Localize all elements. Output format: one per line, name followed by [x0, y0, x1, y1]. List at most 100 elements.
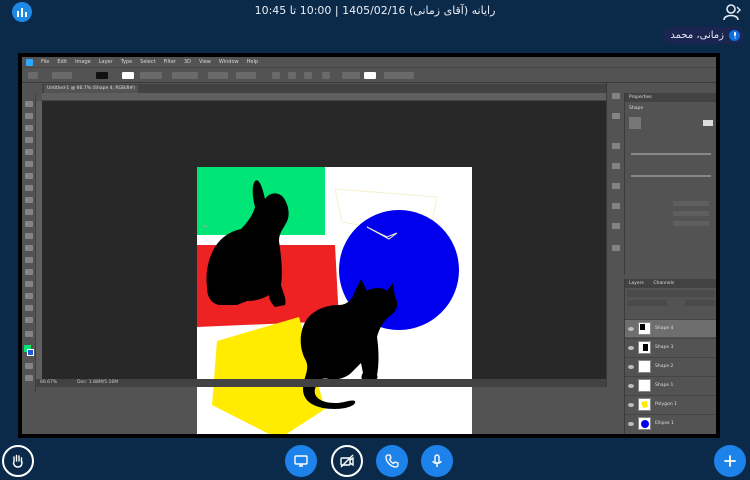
canvas-artboard[interactable]: [197, 167, 472, 434]
eyedropper-tool-icon[interactable]: [25, 161, 33, 167]
share-screen-button[interactable]: [285, 445, 317, 477]
hand-tool-icon[interactable]: [25, 305, 33, 311]
invert-button[interactable]: [673, 221, 709, 226]
layers-tab-bar: Layers Channels: [625, 279, 716, 288]
history-panel-icon[interactable]: [612, 93, 620, 99]
stroke-swatch[interactable]: [122, 72, 134, 79]
density-slider[interactable]: [631, 153, 711, 155]
layer-thumbnail: [638, 360, 651, 373]
tool-presets-panel-icon[interactable]: [612, 203, 620, 209]
healing-tool-icon[interactable]: [25, 173, 33, 179]
pen-tool-icon[interactable]: [25, 257, 33, 263]
layer-row[interactable]: Shape 1: [625, 376, 716, 394]
path-operations-button[interactable]: [272, 72, 280, 79]
menu-item[interactable]: Select: [140, 59, 155, 65]
menu-bar: File Edit Image Layer Type Select Filter…: [22, 57, 716, 67]
adjustments-panel-icon[interactable]: [612, 113, 620, 119]
opacity-field[interactable]: [685, 300, 715, 306]
properties-title[interactable]: Properties: [625, 93, 716, 102]
eye-icon[interactable]: [628, 383, 634, 388]
menu-item[interactable]: Edit: [57, 59, 67, 65]
character-panel-icon[interactable]: [612, 163, 620, 169]
link-icon[interactable]: [703, 120, 713, 126]
path-alignment-button[interactable]: [288, 72, 296, 79]
eye-icon[interactable]: [628, 326, 634, 331]
shape-picker[interactable]: [342, 72, 360, 79]
crop-tool-icon[interactable]: [25, 149, 33, 155]
lasso-tool-icon[interactable]: [25, 125, 33, 131]
background-color-swatch[interactable]: [27, 349, 34, 356]
layer-row[interactable]: Shape 2: [625, 357, 716, 375]
menu-item[interactable]: Window: [219, 59, 239, 65]
shape-tool-icon[interactable]: [25, 293, 33, 299]
menu-item[interactable]: Type: [121, 59, 132, 65]
layer-name: Polygon 1: [655, 402, 677, 407]
channels-tab[interactable]: Channels: [653, 281, 674, 286]
shape-mode-select[interactable]: [52, 72, 72, 79]
plus-icon: [724, 455, 736, 467]
color-range-button[interactable]: [673, 211, 709, 216]
dodge-tool-icon[interactable]: [25, 245, 33, 251]
eye-icon[interactable]: [628, 421, 634, 426]
menu-item[interactable]: Layer: [99, 59, 113, 65]
menu-item[interactable]: Filter: [164, 59, 176, 65]
type-tool-icon[interactable]: [25, 269, 33, 275]
eye-icon[interactable]: [628, 345, 634, 350]
clone-source-panel-icon[interactable]: [612, 223, 620, 229]
align-edges-checkbox[interactable]: [384, 72, 414, 79]
eraser-tool-icon[interactable]: [25, 221, 33, 227]
menu-item[interactable]: Image: [75, 59, 91, 65]
layer-name: Shape 4: [655, 326, 674, 331]
layer-row[interactable]: Ellipse 1: [625, 414, 716, 432]
menu-item[interactable]: View: [199, 59, 211, 65]
layer-filter-bar[interactable]: [627, 290, 715, 297]
stamp-tool-icon[interactable]: [25, 197, 33, 203]
path-arrangement-button[interactable]: [304, 72, 312, 79]
swatches-panel-icon[interactable]: [612, 245, 620, 251]
fill-swatch[interactable]: [96, 72, 108, 79]
gradient-tool-icon[interactable]: [25, 233, 33, 239]
gear-icon[interactable]: [322, 72, 330, 79]
paragraph-panel-icon[interactable]: [612, 183, 620, 189]
more-actions-button[interactable]: [714, 445, 746, 477]
quick-select-tool-icon[interactable]: [25, 137, 33, 143]
layer-row[interactable]: Shape 4: [625, 319, 716, 337]
microphone-button[interactable]: [421, 445, 453, 477]
move-tool-icon[interactable]: [25, 101, 33, 107]
document-tab-bar: Untitled-1 @ 66.7% (Shape 4, RGB/8#): [42, 84, 606, 93]
blend-mode-select[interactable]: [627, 300, 667, 306]
menu-item[interactable]: Help: [247, 59, 258, 65]
custom-shape-preview[interactable]: [364, 72, 376, 79]
audio-call-button[interactable]: [376, 445, 408, 477]
zoom-level[interactable]: 66.67%: [40, 380, 57, 386]
eye-icon[interactable]: [628, 364, 634, 369]
brush-tool-icon[interactable]: [25, 185, 33, 191]
stroke-width-field[interactable]: [140, 72, 162, 79]
camera-off-icon: [340, 454, 354, 468]
more-tools-icon[interactable]: [25, 331, 33, 337]
height-field[interactable]: [236, 72, 256, 79]
select-and-mask-button[interactable]: [673, 201, 709, 206]
feather-slider[interactable]: [631, 175, 711, 177]
brush-panel-icon[interactable]: [612, 143, 620, 149]
layers-tab[interactable]: Layers: [629, 281, 644, 286]
eye-icon[interactable]: [628, 402, 634, 407]
quick-mask-icon[interactable]: [25, 363, 33, 369]
menu-item[interactable]: File: [41, 59, 49, 65]
document-tab[interactable]: Untitled-1 @ 66.7% (Shape 4, RGB/8#): [44, 85, 138, 93]
tool-preset-picker[interactable]: [28, 72, 38, 79]
layer-row[interactable]: Polygon 1: [625, 395, 716, 413]
history-brush-tool-icon[interactable]: [25, 209, 33, 215]
zoom-tool-icon[interactable]: [25, 317, 33, 323]
participants-icon[interactable]: [722, 2, 742, 22]
raise-hand-button[interactable]: [2, 445, 34, 477]
marquee-tool-icon[interactable]: [25, 113, 33, 119]
camera-toggle-button[interactable]: [331, 445, 363, 477]
path-select-tool-icon[interactable]: [25, 281, 33, 287]
screen-mode-icon[interactable]: [25, 375, 33, 381]
layer-row[interactable]: Shape 3: [625, 338, 716, 356]
menu-item[interactable]: 3D: [184, 59, 191, 65]
microphone-icon: [729, 30, 740, 41]
stroke-type-select[interactable]: [172, 72, 198, 79]
width-field[interactable]: [208, 72, 228, 79]
